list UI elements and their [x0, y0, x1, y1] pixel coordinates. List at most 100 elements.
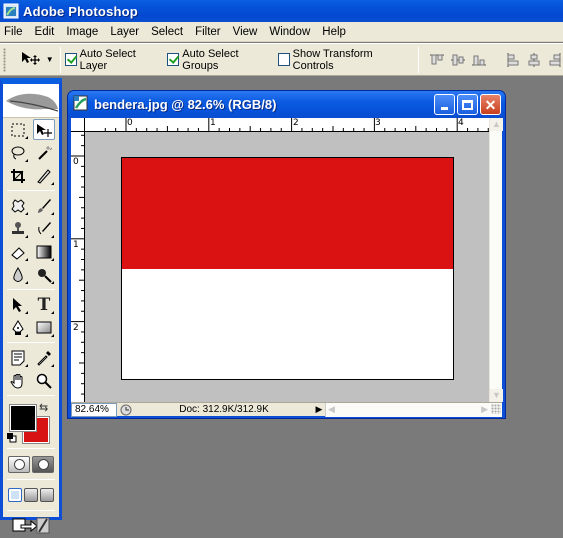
checkbox-box[interactable]: [167, 53, 180, 66]
path-selection-tool-icon[interactable]: [7, 294, 29, 315]
app-titlebar: Adobe Photoshop: [0, 0, 563, 22]
dodge-tool-icon[interactable]: [33, 264, 55, 285]
app-title: Adobe Photoshop: [23, 3, 138, 19]
eraser-tool-icon[interactable]: [7, 241, 29, 262]
default-colors-icon[interactable]: [7, 433, 17, 443]
quick-mask-icon: [37, 458, 49, 470]
zoom-tool-icon[interactable]: [33, 370, 55, 391]
feather-logo[interactable]: [3, 84, 59, 118]
toolbox-separator: [7, 395, 55, 396]
document-titlebar[interactable]: bendera.jpg @ 82.6% (RGB/8) ✕: [68, 91, 505, 118]
quick-mask-mode-button[interactable]: [32, 455, 54, 473]
tool-preset-picker[interactable]: ▼: [20, 50, 56, 69]
toolbox-separator: [7, 190, 55, 191]
move-tool-icon[interactable]: [33, 119, 55, 140]
separator: [59, 46, 61, 73]
checkbox-label: Auto Select Layer: [79, 47, 136, 72]
align-horizontal-centers-icon[interactable]: [526, 52, 542, 68]
ruler-top-label: 2: [293, 118, 299, 128]
foreground-color-swatch[interactable]: [9, 404, 37, 432]
rectangle-tool-icon[interactable]: [33, 317, 55, 338]
maximize-icon: [462, 99, 473, 110]
scroll-up-icon[interactable]: ▲: [490, 118, 503, 131]
standard-screen-mode-icon[interactable]: [8, 488, 22, 502]
history-brush-tool-icon[interactable]: [33, 218, 55, 239]
show-transform-controls-checkbox[interactable]: Show Transform Controls: [277, 47, 404, 72]
magic-wand-tool-icon[interactable]: [33, 142, 55, 163]
jump-to-imageready-icon[interactable]: [11, 515, 51, 538]
checkbox-label: Show Transform Controls: [292, 47, 373, 72]
type-tool-icon[interactable]: T: [33, 294, 55, 315]
flag-image[interactable]: [121, 157, 454, 380]
ruler-origin[interactable]: [71, 118, 85, 132]
healing-brush-tool-icon[interactable]: [7, 195, 29, 216]
slice-tool-icon[interactable]: [33, 165, 55, 186]
menubar: File Edit Image Layer Select Filter View…: [0, 22, 563, 42]
options-bar: ▼ Auto Select Layer Auto Select Groups S…: [0, 43, 563, 76]
blur-tool-icon[interactable]: [7, 264, 29, 285]
document-window: bendera.jpg @ 82.6% (RGB/8) ✕ 0 1 2 3 4 …: [67, 90, 506, 419]
zoom-level-field[interactable]: 82.64%: [71, 402, 117, 417]
align-bottom-edges-icon[interactable]: [471, 52, 487, 68]
align-vertical-centers-icon[interactable]: [450, 52, 466, 68]
clone-stamp-tool-icon[interactable]: [7, 218, 29, 239]
horizontal-ruler[interactable]: 0 1 2 3 4: [71, 118, 489, 132]
align-top-edges-icon[interactable]: [429, 52, 445, 68]
canvas-area[interactable]: [86, 133, 489, 402]
status-info-icon[interactable]: [117, 404, 135, 416]
menu-layer[interactable]: Layer: [104, 22, 145, 42]
checkbox-box[interactable]: [277, 53, 290, 66]
swap-colors-icon[interactable]: ⇆: [39, 401, 48, 414]
horizontal-scrollbar[interactable]: ◀ ▶: [325, 402, 502, 417]
checkbox-box[interactable]: [64, 53, 77, 66]
vertical-ruler[interactable]: 0 1 2: [71, 132, 85, 402]
menu-select[interactable]: Select: [145, 22, 189, 42]
ruler-top-label: 4: [458, 118, 464, 128]
rectangular-marquee-tool-icon[interactable]: [7, 119, 29, 140]
toolbox-separator: [7, 448, 55, 449]
lasso-tool-icon[interactable]: [7, 142, 29, 163]
align-left-edges-icon[interactable]: [505, 52, 521, 68]
gradient-tool-icon[interactable]: [33, 241, 55, 262]
scroll-down-icon[interactable]: ▼: [490, 389, 503, 402]
ruler-top-label: 0: [127, 118, 133, 128]
scroll-right-icon[interactable]: ▶: [481, 404, 488, 415]
menu-edit[interactable]: Edit: [29, 22, 61, 42]
resize-grip-icon[interactable]: [491, 403, 501, 414]
menu-window[interactable]: Window: [263, 22, 316, 42]
menu-image[interactable]: Image: [60, 22, 104, 42]
minimize-icon: [441, 107, 448, 110]
pen-tool-icon[interactable]: [7, 317, 29, 338]
toolbox-separator: [7, 510, 55, 511]
scroll-left-icon[interactable]: ◀: [328, 404, 335, 415]
document-title: bendera.jpg @ 82.6% (RGB/8): [94, 97, 277, 112]
status-menu-arrow-icon[interactable]: ▶: [313, 404, 325, 415]
status-bar: 82.64% Doc: 312.9K/312.9K ▶ ◀ ▶: [71, 402, 502, 417]
vertical-scrollbar[interactable]: ▲ ▼: [489, 118, 503, 402]
toolbox-separator: [7, 342, 55, 343]
eyedropper-tool-icon[interactable]: [33, 347, 55, 368]
menu-view[interactable]: View: [227, 22, 264, 42]
notes-tool-icon[interactable]: [7, 347, 29, 368]
standard-mode-button[interactable]: [8, 455, 30, 473]
flag-white-stripe: [122, 268, 453, 379]
align-right-edges-icon[interactable]: [547, 52, 563, 68]
auto-select-groups-checkbox[interactable]: Auto Select Groups: [167, 48, 267, 72]
maximize-button[interactable]: [457, 94, 478, 115]
full-screen-menu-mode-icon[interactable]: [24, 488, 38, 502]
menu-help[interactable]: Help: [316, 22, 352, 42]
auto-select-layer-checkbox[interactable]: Auto Select Layer: [64, 47, 158, 72]
document-info: Doc: 312.9K/312.9K: [179, 404, 269, 415]
toolbox-separator: [7, 289, 55, 290]
standard-mode-icon: [13, 458, 25, 470]
hand-tool-icon[interactable]: [7, 370, 29, 391]
crop-tool-icon[interactable]: [7, 165, 29, 186]
checkbox-label: Auto Select Groups: [182, 47, 239, 72]
close-button[interactable]: ✕: [480, 94, 501, 115]
menu-filter[interactable]: Filter: [189, 22, 227, 42]
menu-file[interactable]: File: [0, 22, 29, 42]
options-bar-grip[interactable]: [3, 47, 6, 72]
brush-tool-icon[interactable]: [33, 195, 55, 216]
full-screen-mode-icon[interactable]: [40, 488, 54, 502]
minimize-button[interactable]: [434, 94, 455, 115]
